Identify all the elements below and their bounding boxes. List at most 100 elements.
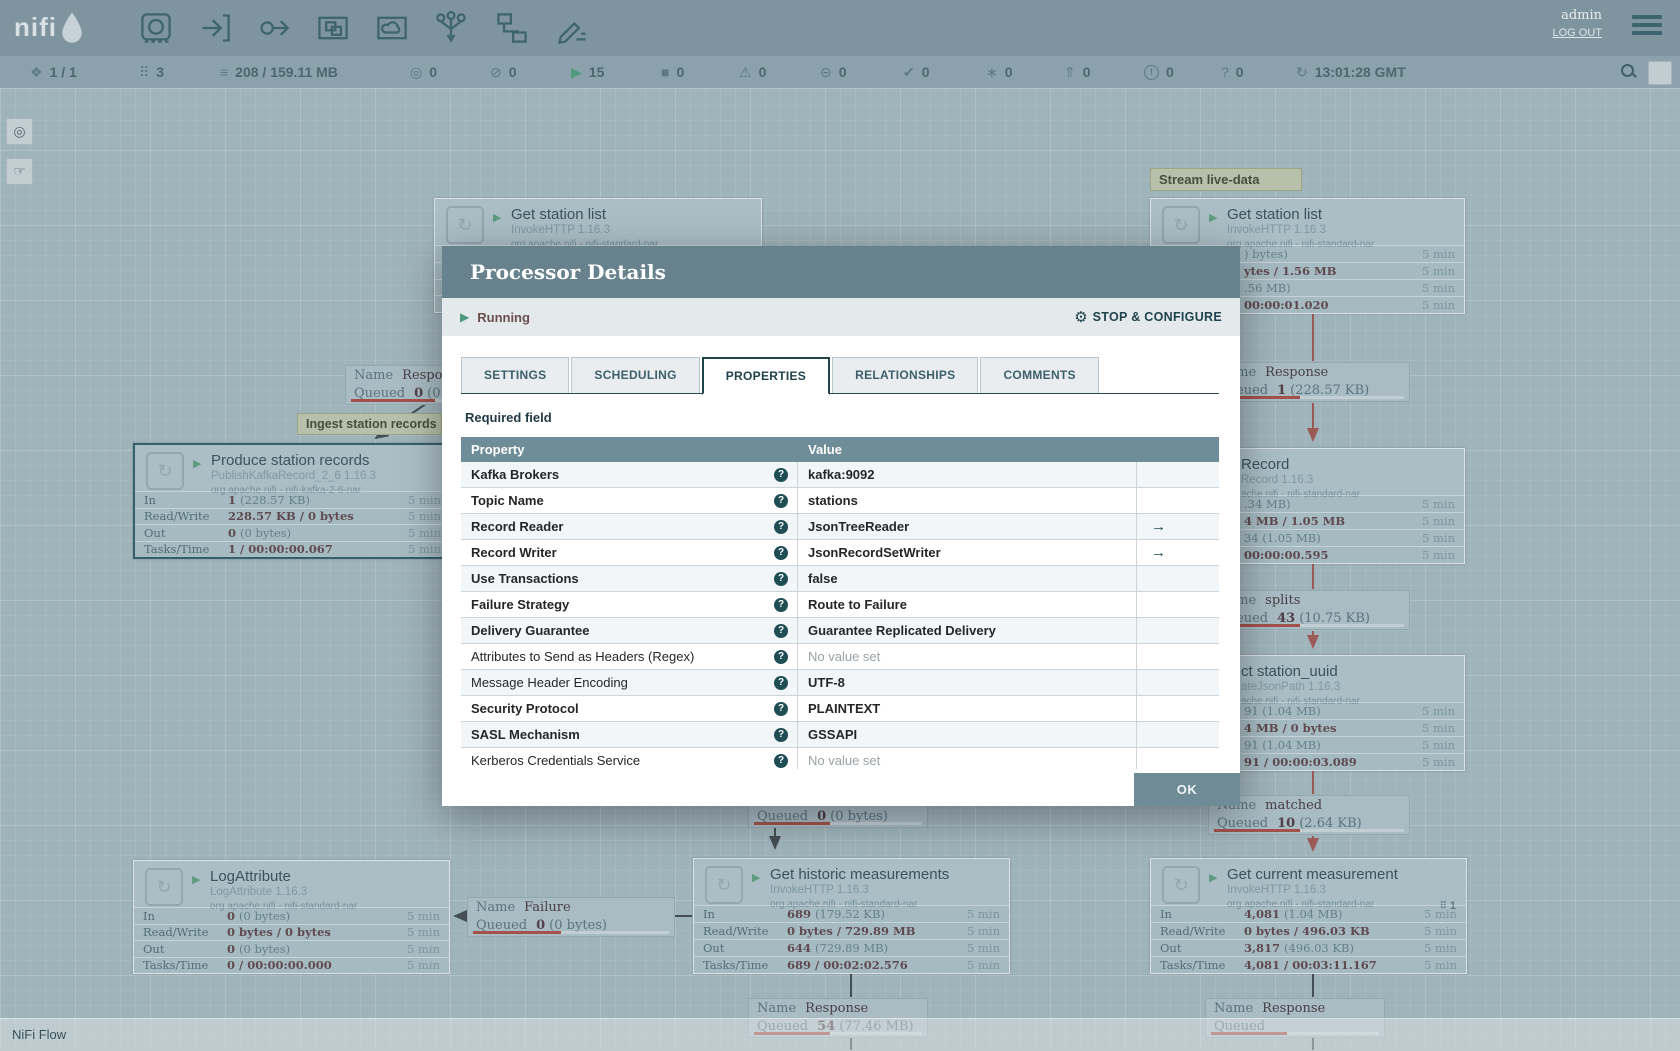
input-port-icon[interactable]	[198, 11, 232, 45]
help-icon[interactable]: ?	[774, 598, 788, 612]
refresh-icon[interactable]: ↻	[1296, 64, 1308, 81]
processor-get-current-measurement[interactable]: ↻ ▶ Get current measurement InvokeHTTP 1…	[1150, 858, 1467, 974]
app-header: nifi admin LOG OUT	[0, 0, 1680, 56]
birdseye-toggle-icon[interactable]	[1648, 61, 1672, 85]
help-icon[interactable]: ?	[774, 520, 788, 534]
stop-configure-gear-icon: ⚙	[1074, 308, 1087, 326]
dialog-title: Processor Details	[470, 260, 666, 284]
go-to-service-icon[interactable]: →	[1151, 518, 1166, 535]
queue-load-indicator	[1214, 829, 1404, 832]
help-icon[interactable]: ?	[774, 624, 788, 638]
canvas-label-ingest-station-records[interactable]: Ingest station records	[297, 413, 442, 435]
stop-and-configure-button[interactable]: ⚙ STOP & CONFIGURE	[1074, 308, 1222, 326]
tab-properties[interactable]: PROPERTIES	[702, 357, 830, 395]
locally-modified-icon: ∗	[986, 64, 998, 81]
global-menu-icon[interactable]	[1632, 15, 1662, 39]
dialog-tabs: SETTINGS SCHEDULING PROPERTIES RELATIONS…	[461, 357, 1219, 394]
table-row: Topic Name?stations	[461, 488, 1219, 514]
processor-type: InvokeHTTP 1.16.3	[1227, 884, 1326, 896]
connection-label-failure[interactable]: NameFailure Queued0(0 bytes)	[467, 897, 675, 937]
nifi-drop-icon	[57, 10, 87, 44]
breadcrumb[interactable]: NiFi Flow	[12, 1027, 66, 1042]
search-icon[interactable]	[1621, 64, 1636, 79]
cluster-icon: ❖	[30, 64, 43, 81]
ok-button[interactable]: OK	[1134, 773, 1240, 806]
run-status-icon: ▶	[752, 871, 760, 884]
processor-stats: In4,081(1.04 MB)5 min Read/Write0 bytes …	[1151, 905, 1466, 973]
processor-type: ateJsonPath 1.16.3	[1241, 681, 1340, 693]
remote-process-group-icon[interactable]	[375, 11, 409, 45]
processor-type: InvokeHTTP 1.16.3	[770, 884, 869, 896]
disabled-icon: ⊝	[820, 64, 832, 81]
tab-comments[interactable]: COMMENTS	[980, 357, 1098, 393]
stopped-icon: ■	[661, 64, 669, 80]
help-icon[interactable]: ?	[774, 494, 788, 508]
processor-type: InvokeHTTP 1.16.3	[511, 224, 610, 236]
table-row: SASL Mechanism?GSSAPI	[461, 722, 1219, 748]
running-icon: ▶	[460, 310, 469, 324]
tab-scheduling[interactable]: SCHEDULING	[571, 357, 699, 393]
funnel-icon[interactable]	[434, 11, 468, 45]
invalid-icon: ⚠	[739, 64, 752, 81]
transmitting-status: ◎0	[410, 56, 437, 88]
table-row: Message Header Encoding?UTF-8	[461, 670, 1219, 696]
not-transmitting-status: ⊘0	[490, 56, 517, 88]
last-refreshed[interactable]: ↻13:01:28 GMT	[1296, 56, 1406, 88]
table-row: Record Writer?JsonRecordSetWriter→	[461, 540, 1219, 566]
processor-stats: In0(0 bytes)5 min Read/Write0 bytes / 0 …	[134, 907, 449, 973]
help-icon[interactable]: ?	[774, 754, 788, 768]
sync-failure-icon: ?	[1221, 64, 1229, 80]
canvas-label-stream-live-data[interactable]: Stream live-data	[1150, 168, 1302, 191]
process-group-icon[interactable]	[316, 11, 350, 45]
table-header: Property Value	[461, 437, 1219, 462]
stopped-status: ■0	[661, 56, 684, 88]
run-status-icon: ▶	[1209, 871, 1217, 884]
navigate-palette-button[interactable]: ◎	[6, 118, 33, 145]
transmitting-icon: ◎	[410, 64, 422, 81]
nifi-logo: nifi	[14, 10, 87, 44]
processor-produce-station-records[interactable]: ↻ ▶ Produce station records PublishKafka…	[133, 443, 452, 559]
label-icon[interactable]	[555, 11, 589, 45]
help-icon[interactable]: ?	[774, 650, 788, 664]
help-icon[interactable]: ?	[774, 702, 788, 716]
processor-icon[interactable]	[139, 11, 173, 45]
dialog-header: Processor Details	[442, 246, 1240, 298]
output-port-icon[interactable]	[257, 11, 291, 45]
processor-icon: ↻	[146, 452, 184, 490]
up-to-date-icon: ✔	[903, 64, 915, 81]
hand-icon: ☞	[13, 163, 26, 179]
processor-title: LogAttribute	[210, 868, 291, 885]
operate-palette-button[interactable]: ☞	[6, 158, 33, 185]
processor-title: Get historic measurements	[770, 866, 949, 883]
stale-icon: ⇑	[1064, 64, 1076, 81]
help-icon[interactable]: ?	[774, 468, 788, 482]
processor-type: Record 1.16.3	[1241, 474, 1313, 486]
template-icon[interactable]	[495, 11, 529, 45]
processor-log-attribute[interactable]: ↻ ▶ LogAttribute LogAttribute 1.16.3 org…	[133, 860, 450, 974]
help-icon[interactable]: ?	[774, 676, 788, 690]
processor-title: ct station_uuid	[1241, 663, 1338, 680]
locally-modified-status: ∗0	[986, 56, 1013, 88]
help-icon[interactable]: ?	[774, 546, 788, 560]
go-to-service-icon[interactable]: →	[1151, 544, 1166, 561]
running-icon: ▶	[571, 64, 582, 81]
tab-settings[interactable]: SETTINGS	[461, 357, 569, 393]
help-icon[interactable]: ?	[774, 728, 788, 742]
table-row: Attributes to Send as Headers (Regex)?No…	[461, 644, 1219, 670]
processor-title: Get current measurement	[1227, 866, 1398, 883]
processor-get-historic-measurements[interactable]: ↻ ▶ Get historic measurements InvokeHTTP…	[693, 858, 1010, 974]
tab-relationships[interactable]: RELATIONSHIPS	[832, 357, 978, 393]
processor-details-dialog: Processor Details ▶ Running ⚙ STOP & CON…	[442, 246, 1240, 806]
table-row: Use Transactions?false	[461, 566, 1219, 592]
queue-load-indicator	[1214, 624, 1404, 627]
help-icon[interactable]: ?	[774, 572, 788, 586]
logout-link[interactable]: LOG OUT	[1552, 27, 1602, 39]
table-row: Delivery Guarantee?Guarantee Replicated …	[461, 618, 1219, 644]
processor-icon: ↻	[705, 866, 743, 904]
stale-status: ⇑0	[1064, 56, 1091, 88]
active-threads-icon: ⠿	[139, 64, 149, 81]
invalid-status: ⚠0	[739, 56, 766, 88]
run-status-icon: ▶	[192, 873, 200, 886]
run-status-icon: ▶	[1209, 211, 1217, 224]
sync-failure-status: ?0	[1221, 56, 1244, 88]
